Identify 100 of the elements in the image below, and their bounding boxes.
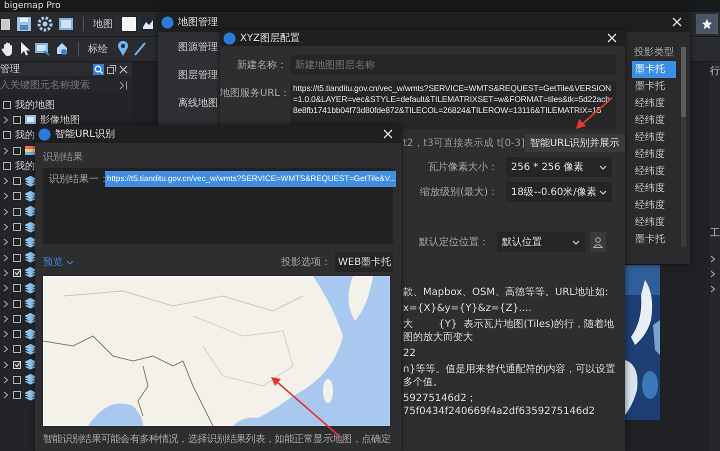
section-label: 识别结果 bbox=[43, 150, 84, 164]
checkbox[interactable] bbox=[13, 208, 21, 216]
list-item[interactable]: 经纬度 bbox=[632, 95, 676, 112]
gradient-icon bbox=[25, 146, 36, 156]
help-text: x={X}&y={Y}&z={Z}.... bbox=[403, 302, 533, 315]
chevron-icon[interactable] bbox=[3, 146, 9, 155]
close-icon[interactable] bbox=[672, 17, 682, 27]
checkbox[interactable] bbox=[13, 116, 21, 124]
checkbox[interactable] bbox=[13, 146, 21, 155]
layers-icon bbox=[25, 359, 36, 370]
list-item[interactable]: 墨卡托 bbox=[632, 231, 676, 248]
star-button[interactable] bbox=[696, 14, 718, 34]
checkbox[interactable] bbox=[13, 284, 21, 292]
panel-label: 工 bbox=[710, 228, 720, 240]
list-item[interactable]: 经纬度 bbox=[632, 146, 676, 163]
tree-label[interactable]: 我的 bbox=[15, 158, 35, 173]
save-icon[interactable] bbox=[16, 16, 32, 32]
layers-icon bbox=[25, 390, 36, 401]
nav-item[interactable]: 图层管理 bbox=[178, 68, 218, 82]
position-dropdown[interactable]: 默认位置 bbox=[497, 232, 585, 252]
checkbox[interactable] bbox=[13, 300, 21, 308]
checkbox[interactable] bbox=[3, 131, 11, 140]
map-label: 地图 bbox=[93, 18, 113, 31]
layers-icon bbox=[25, 236, 36, 248]
app-title: bigemap Pro bbox=[4, 1, 61, 11]
help-text: n}等等。值是用来替代通配符的内容，可以设置多个值。 bbox=[403, 363, 617, 389]
pointer-icon[interactable] bbox=[20, 42, 30, 56]
checkbox[interactable] bbox=[3, 100, 11, 109]
tree-label[interactable]: 影像地图 bbox=[40, 112, 80, 127]
logo-icon bbox=[161, 16, 174, 28]
list-item[interactable]: 墨卡托 bbox=[632, 78, 676, 95]
help-text: 大 {Y} 表示瓦片地图(Tiles)的行，随着地图的放大而变大 bbox=[403, 318, 616, 344]
satellite-map-icon[interactable] bbox=[141, 17, 155, 31]
list-item[interactable]: 经纬度 bbox=[632, 112, 676, 129]
field-label: 投影选项： bbox=[281, 256, 331, 269]
hint-text: t2，t3可直接表示成 t[0-3] bbox=[403, 136, 525, 150]
list-item[interactable]: 经纬度 bbox=[632, 129, 676, 146]
image-icon bbox=[25, 115, 36, 124]
checkbox[interactable] bbox=[13, 223, 21, 232]
dialog-title: XYZ图层配置 bbox=[240, 32, 300, 45]
locate-button[interactable] bbox=[590, 232, 606, 252]
tree-label[interactable]: 我的 bbox=[15, 128, 35, 142]
zoom-level-dropdown[interactable]: 18级--0.60米/像素 bbox=[506, 182, 612, 202]
layers-icon bbox=[25, 298, 36, 309]
checkbox[interactable] bbox=[3, 162, 11, 170]
settings-icon[interactable] bbox=[37, 16, 53, 32]
field-label: 地图服务URL： bbox=[220, 86, 287, 100]
list-item[interactable]: 经纬度 bbox=[632, 214, 676, 231]
caret-icon bbox=[66, 260, 74, 264]
preview-toggle[interactable]: 预览 bbox=[43, 255, 74, 269]
checkbox[interactable] bbox=[13, 376, 21, 384]
checkbox[interactable] bbox=[13, 268, 21, 277]
hand-icon[interactable] bbox=[1, 41, 15, 57]
help-text: 智能识别结果可能会有多种情况，选择识别结果列表，如能正常显示地图，点确定 bbox=[43, 432, 392, 446]
close-icon[interactable] bbox=[607, 33, 617, 43]
panel-title: 管理 bbox=[0, 63, 20, 76]
checkbox[interactable] bbox=[13, 391, 21, 400]
shape-icon[interactable] bbox=[55, 42, 69, 56]
name-field[interactable]: 新建地图图层名称 bbox=[290, 55, 616, 75]
restore-icon[interactable] bbox=[107, 64, 116, 74]
tile-size-dropdown[interactable]: 256 * 256 像素 bbox=[506, 157, 612, 177]
search-icon[interactable] bbox=[93, 64, 104, 74]
layers-icon bbox=[25, 344, 36, 355]
list-item[interactable]: 经纬度 bbox=[632, 197, 676, 214]
nav-item[interactable]: 离线地图 bbox=[178, 96, 218, 110]
layers-icon bbox=[25, 267, 36, 278]
panel-label: 行 bbox=[710, 66, 720, 78]
logo-icon bbox=[223, 32, 236, 44]
list-item[interactable]: 经纬度 bbox=[632, 163, 676, 180]
chevron-icon[interactable] bbox=[3, 116, 9, 124]
image-icon[interactable] bbox=[58, 17, 74, 31]
pin-icon[interactable] bbox=[117, 41, 129, 57]
field-label: 新建名称： bbox=[236, 58, 287, 72]
column-header: 投影类型 bbox=[633, 46, 675, 59]
field-label: 默认定位位置： bbox=[418, 236, 489, 249]
checkbox[interactable] bbox=[13, 254, 21, 262]
checkbox[interactable] bbox=[13, 177, 21, 186]
line-icon[interactable] bbox=[134, 42, 146, 56]
recognize-button[interactable]: 智能URL识别并展示 bbox=[524, 134, 625, 152]
star-icon bbox=[702, 19, 712, 29]
checkbox[interactable] bbox=[13, 345, 21, 354]
collapse-icon[interactable] bbox=[119, 81, 128, 90]
checkbox[interactable] bbox=[13, 360, 21, 369]
checkbox[interactable] bbox=[13, 314, 21, 323]
caret-icon bbox=[599, 190, 607, 194]
layers-icon bbox=[25, 313, 36, 324]
projection-dropdown[interactable]: WEB墨卡托 bbox=[335, 252, 393, 272]
close-icon[interactable] bbox=[383, 129, 393, 139]
result-label: 识别结果一： bbox=[48, 172, 105, 186]
checkbox[interactable] bbox=[13, 238, 21, 246]
list-item[interactable]: 经纬度 bbox=[632, 180, 676, 197]
caret-icon bbox=[572, 240, 580, 244]
checkbox[interactable] bbox=[13, 192, 21, 200]
layers-icon bbox=[25, 190, 36, 202]
layers-icon bbox=[25, 282, 36, 294]
nav-item[interactable]: 图源管理 bbox=[178, 40, 218, 54]
close-icon[interactable] bbox=[119, 64, 128, 74]
tree-label[interactable]: 我的地图 bbox=[15, 98, 55, 112]
person-icon bbox=[593, 236, 603, 248]
checkbox[interactable] bbox=[13, 330, 21, 338]
